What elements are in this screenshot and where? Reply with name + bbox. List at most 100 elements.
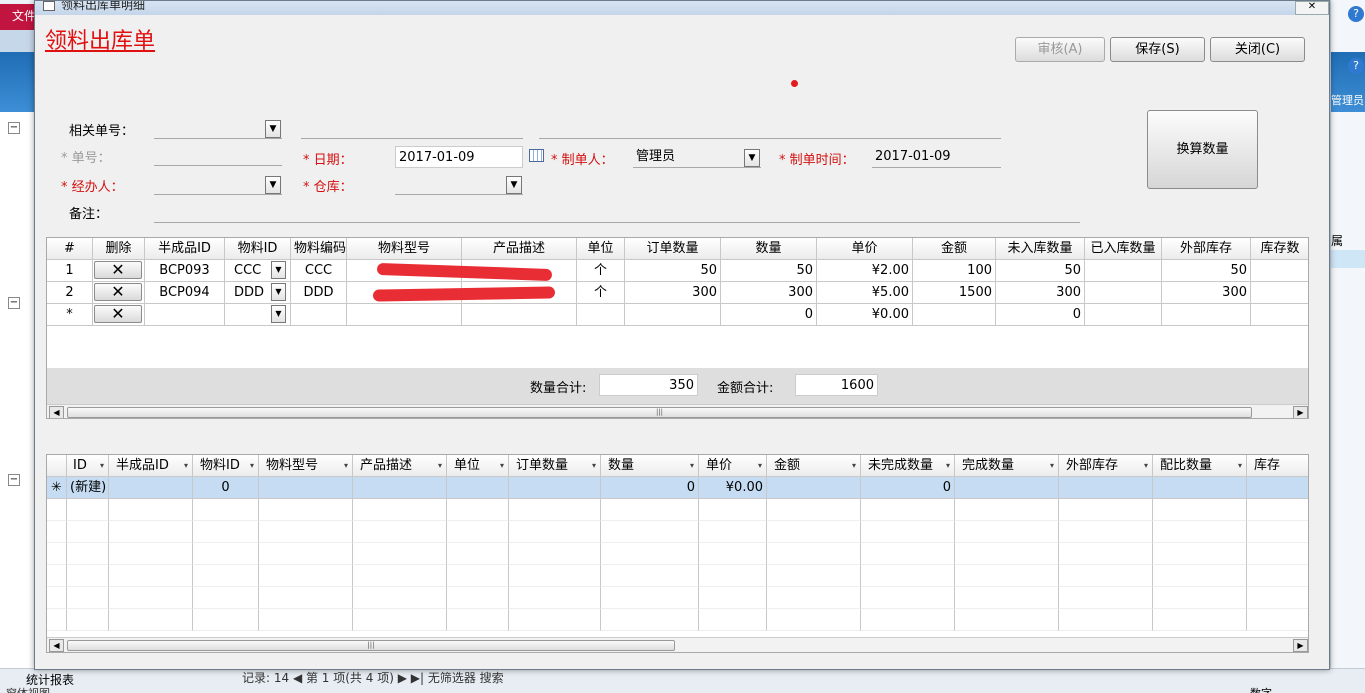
close-button[interactable]: 关闭(C)	[1210, 37, 1305, 62]
qty-total-field[interactable]: 350	[599, 374, 698, 396]
grid-cell[interactable]: 个	[577, 282, 625, 304]
grid-cell[interactable]: 2	[47, 282, 93, 304]
calendar-icon[interactable]	[529, 149, 544, 162]
chevron-down-icon[interactable]: ▼	[506, 176, 522, 194]
record-navigator[interactable]: 记录: 14 ◀ 第 1 项(共 4 项) ▶ ▶| 无筛选器 搜索	[242, 669, 504, 686]
column-header[interactable]: 物料ID ▾	[193, 455, 259, 477]
new-record-marker[interactable]: ✳	[47, 477, 67, 499]
grid-cell[interactable]	[955, 477, 1059, 499]
related-desc-field[interactable]	[539, 117, 1001, 139]
convert-quantity-button[interactable]: 换算数量	[1147, 110, 1258, 189]
grid-cell[interactable]	[109, 477, 193, 499]
column-header[interactable]: 数量 ▾	[601, 455, 699, 477]
delete-row-cell[interactable]: ✕	[93, 304, 145, 326]
grid-cell[interactable]: ¥2.00	[817, 260, 913, 282]
grid-cell[interactable]	[462, 304, 577, 326]
sort-dropdown-icon[interactable]: ▾	[758, 455, 762, 476]
scroll-left-icon[interactable]: ◀	[49, 406, 64, 418]
grid-cell[interactable]	[1251, 282, 1308, 304]
grid-cell[interactable]	[1085, 304, 1162, 326]
grid-cell[interactable]	[1247, 477, 1308, 499]
sort-dropdown-icon[interactable]: ▾	[946, 455, 950, 476]
column-header[interactable]: 单位	[577, 238, 625, 260]
grid-cell[interactable]: 0	[996, 304, 1085, 326]
column-header[interactable]: 产品描述	[462, 238, 577, 260]
grid-cell[interactable]	[447, 477, 509, 499]
scroll-left-icon[interactable]: ◀	[49, 639, 64, 652]
sort-dropdown-icon[interactable]: ▾	[100, 455, 104, 476]
column-header[interactable]: 外部库存 ▾	[1059, 455, 1153, 477]
amount-total-field[interactable]: 1600	[795, 374, 878, 396]
column-header[interactable]: 单价 ▾	[699, 455, 767, 477]
scroll-right-icon[interactable]: ▶	[1293, 639, 1308, 652]
column-header[interactable]: 配比数量 ▾	[1153, 455, 1247, 477]
column-header[interactable]: ID ▾	[67, 455, 109, 477]
grid-cell[interactable]: 0	[601, 477, 699, 499]
horizontal-scrollbar[interactable]: ◀ ||| ▶	[47, 404, 1308, 418]
column-header[interactable]: 未入库数量	[996, 238, 1085, 260]
delete-row-button[interactable]: ✕	[94, 305, 142, 323]
grid-cell[interactable]	[509, 477, 601, 499]
grid-cell[interactable]: (新建)	[67, 477, 109, 499]
delete-row-cell[interactable]: ✕	[93, 260, 145, 282]
material-id-cell[interactable]: CCC ▼	[225, 260, 291, 282]
grid-cell[interactable]	[291, 304, 347, 326]
grid-cell[interactable]: ¥5.00	[817, 282, 913, 304]
tree-expand-icon[interactable]: −	[8, 474, 20, 486]
close-icon[interactable]: ✕	[1295, 1, 1329, 15]
grid-cell[interactable]: 0	[721, 304, 817, 326]
sort-dropdown-icon[interactable]: ▾	[438, 455, 442, 476]
grid-cell[interactable]: 50	[625, 260, 721, 282]
related-no-extra-field[interactable]	[301, 117, 523, 139]
grid-cell[interactable]	[145, 304, 225, 326]
column-header[interactable]: 已入库数量	[1085, 238, 1162, 260]
grid-cell[interactable]	[1059, 477, 1153, 499]
column-header[interactable]: 删除	[93, 238, 145, 260]
grid-cell[interactable]: 50	[996, 260, 1085, 282]
horizontal-scrollbar[interactable]: ◀ ||| ▶	[47, 637, 1308, 652]
material-id-cell[interactable]: ▼	[225, 304, 291, 326]
sort-dropdown-icon[interactable]: ▾	[592, 455, 596, 476]
column-header[interactable]: 物料型号	[347, 238, 462, 260]
column-header[interactable]: 半成品ID	[145, 238, 225, 260]
grid-cell[interactable]	[1251, 304, 1308, 326]
grid-cell[interactable]: BCP093	[145, 260, 225, 282]
grid-cell[interactable]: 300	[1162, 282, 1251, 304]
grid-cell[interactable]	[259, 477, 353, 499]
sort-dropdown-icon[interactable]: ▾	[250, 455, 254, 476]
grid-cell[interactable]: 0	[193, 477, 259, 499]
chevron-down-icon[interactable]: ▼	[744, 149, 760, 167]
column-header[interactable]: 产品描述 ▾	[353, 455, 447, 477]
grid-cell[interactable]: 1	[47, 260, 93, 282]
column-header[interactable]: 单价	[817, 238, 913, 260]
review-button[interactable]: 审核(A)	[1015, 37, 1105, 62]
column-header[interactable]: 物料型号 ▾	[259, 455, 353, 477]
sort-dropdown-icon[interactable]: ▾	[1238, 455, 1242, 476]
chevron-down-icon[interactable]: ▼	[265, 176, 281, 194]
sort-dropdown-icon[interactable]: ▾	[1050, 455, 1054, 476]
tree-expand-icon[interactable]: −	[8, 122, 20, 134]
grid-cell[interactable]	[767, 477, 861, 499]
grid-cell[interactable]: 300	[721, 282, 817, 304]
grid-cell[interactable]: ¥0.00	[817, 304, 913, 326]
sort-dropdown-icon[interactable]: ▾	[1144, 455, 1148, 476]
sort-dropdown-icon[interactable]: ▾	[184, 455, 188, 476]
grid-cell[interactable]	[353, 477, 447, 499]
grid-cell[interactable]: CCC	[291, 260, 347, 282]
grid-cell[interactable]: 300	[625, 282, 721, 304]
grid-cell[interactable]	[1085, 260, 1162, 282]
date-field[interactable]: 2017-01-09	[395, 146, 523, 168]
help-icon[interactable]: ?	[1348, 6, 1364, 22]
column-header[interactable]: 订单数量 ▾	[509, 455, 601, 477]
column-header[interactable]: 库存数	[1251, 238, 1308, 260]
grid-cell[interactable]	[1153, 477, 1247, 499]
grid-cell[interactable]	[625, 304, 721, 326]
grid-cell[interactable]: 100	[913, 260, 996, 282]
help-icon[interactable]: ?	[1348, 58, 1364, 74]
select-all-corner[interactable]	[47, 455, 67, 477]
column-header[interactable]: 完成数量 ▾	[955, 455, 1059, 477]
grid-cell[interactable]: 50	[1162, 260, 1251, 282]
column-header[interactable]: 数量	[721, 238, 817, 260]
tree-expand-icon[interactable]: −	[8, 297, 20, 309]
remark-field[interactable]	[154, 201, 1080, 223]
